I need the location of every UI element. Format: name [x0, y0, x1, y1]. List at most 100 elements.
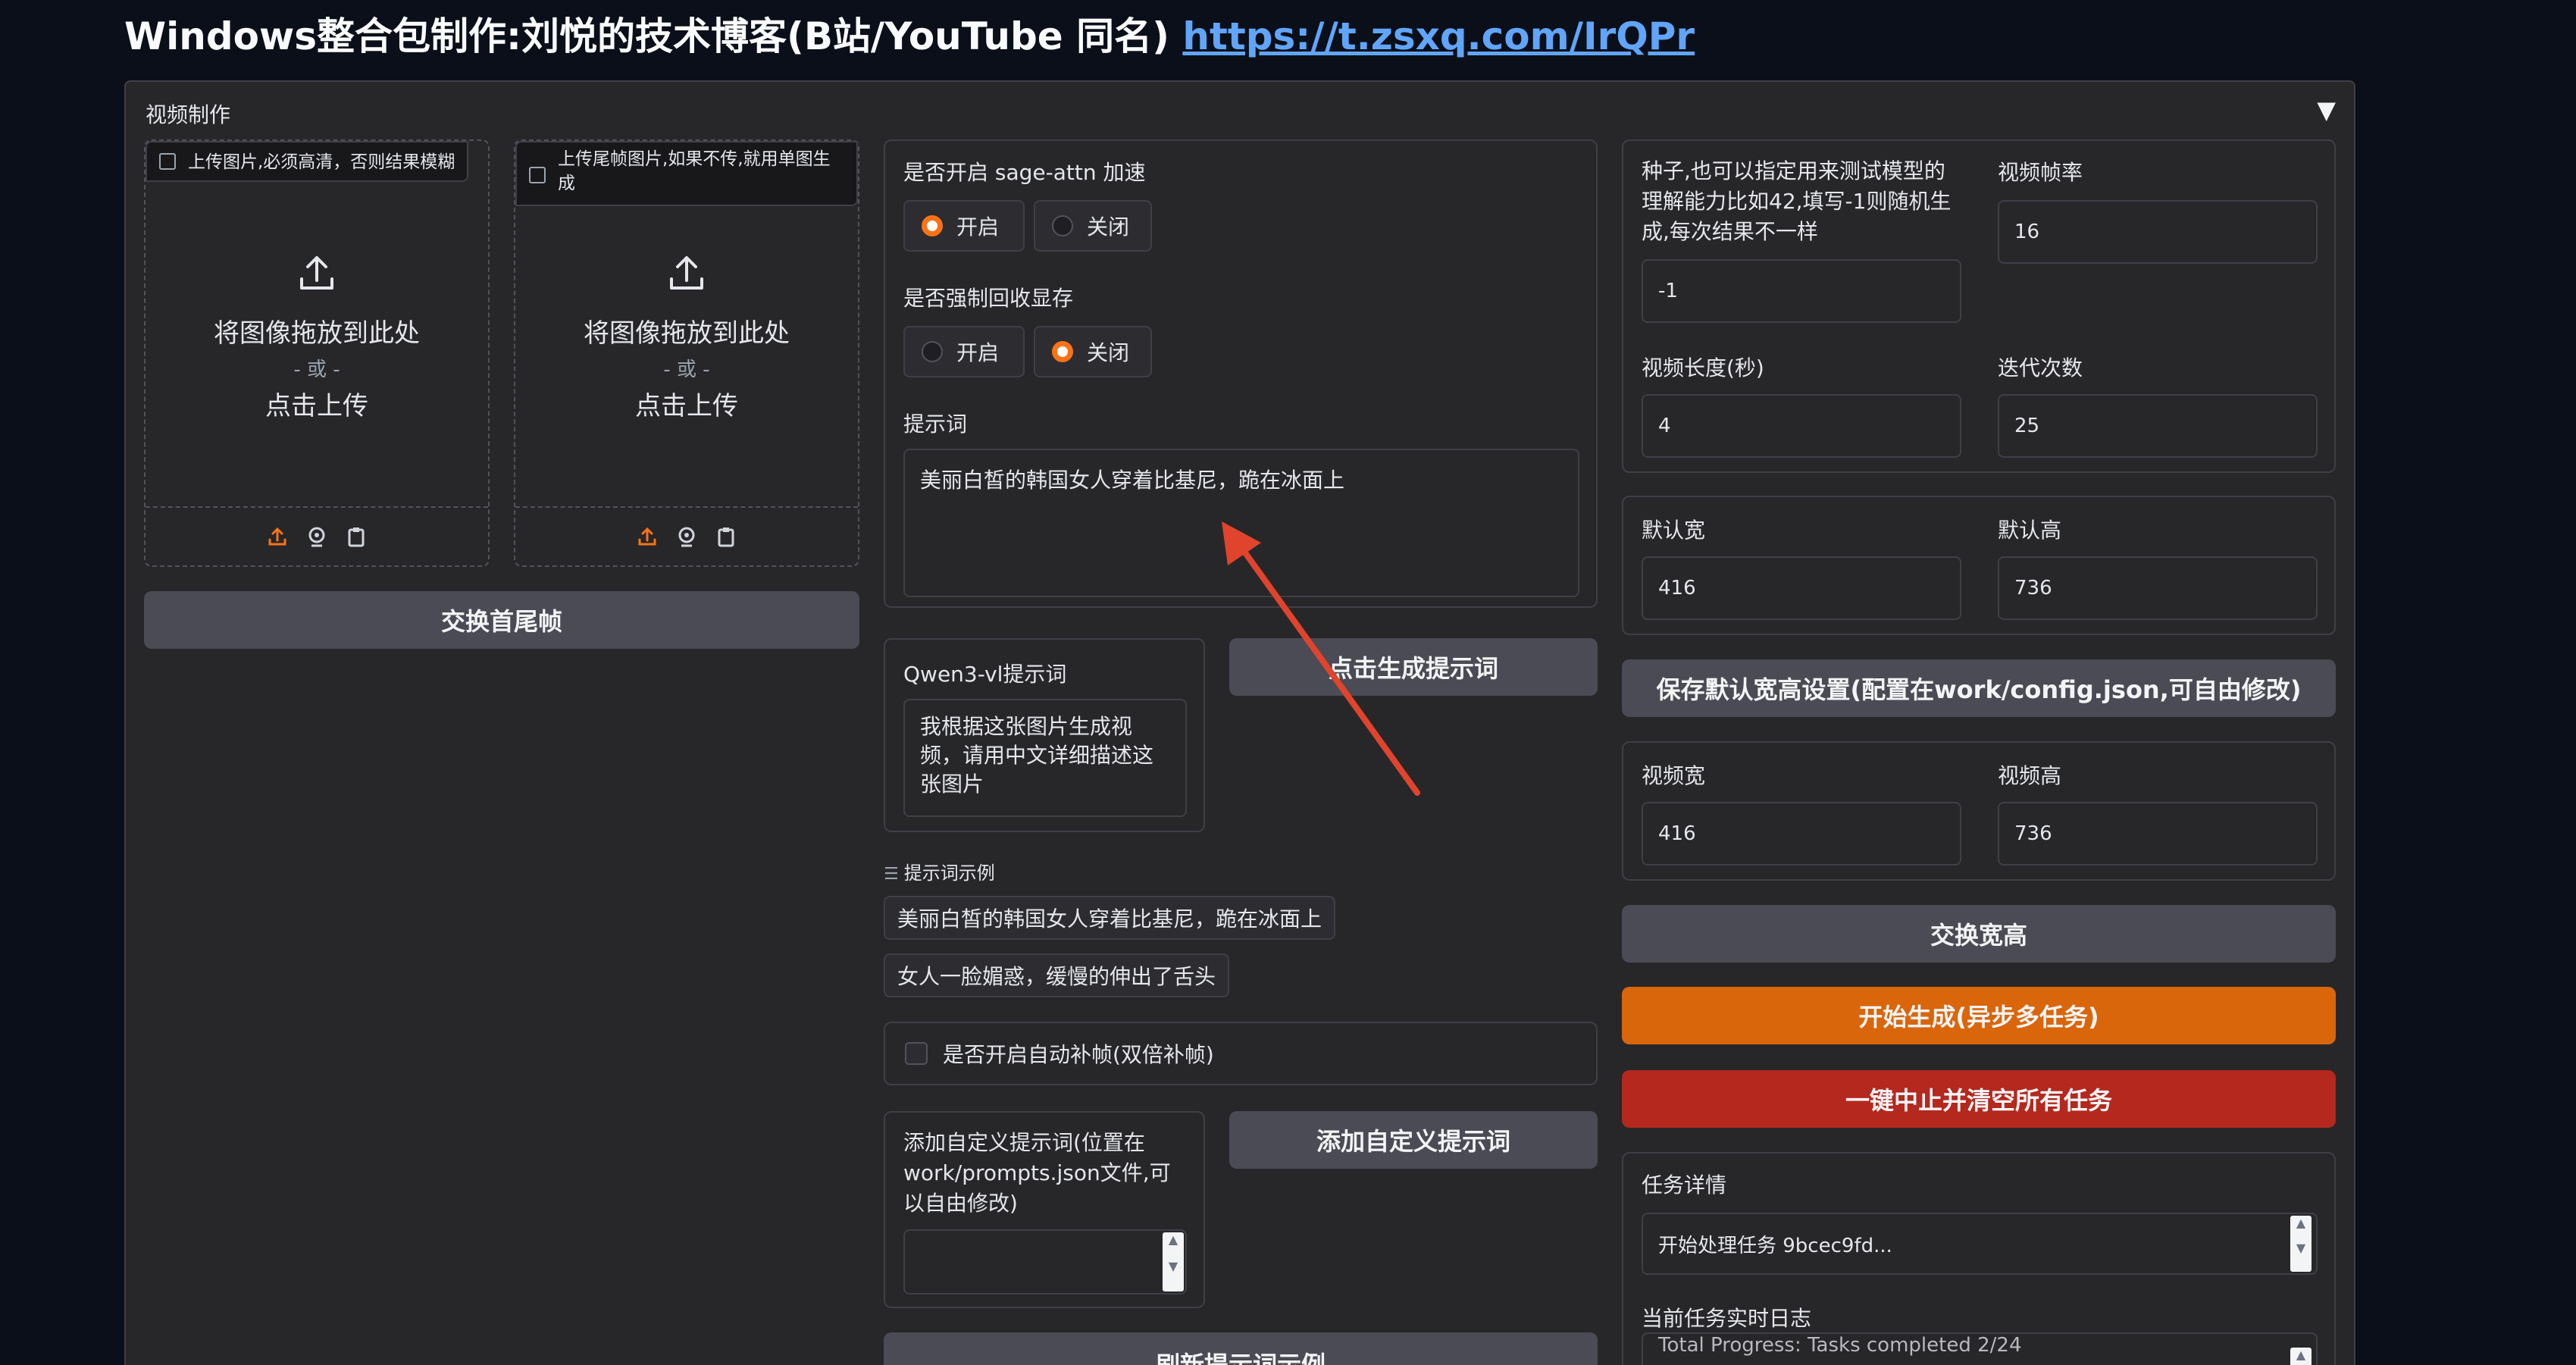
length-input[interactable]: 4 — [1642, 394, 1961, 458]
upload-last-toolbar — [515, 506, 858, 565]
radio-icon — [922, 341, 943, 362]
sage-attn-off[interactable]: 关闭 — [1034, 200, 1152, 252]
interp-label: 是否开启自动补帧(双倍补帧) — [943, 1042, 1214, 1067]
task-detail-label: 任务详情 — [1642, 1172, 1727, 1198]
log-box[interactable]: Total Progress: Tasks completed 2/24 — [1642, 1332, 2318, 1365]
force-gc-label: 是否强制回收显存 — [903, 286, 1074, 311]
image-icon — [159, 153, 176, 170]
force-gc-on[interactable]: 开启 — [903, 326, 1025, 377]
click-upload-text: 点击上传 — [635, 391, 738, 421]
stop-all-button[interactable]: 一键中止并清空所有任务 — [1622, 1070, 2336, 1128]
log-label: 当前任务实时日志 — [1642, 1306, 1812, 1331]
click-upload-text: 点击上传 — [265, 391, 368, 421]
drop-text: 将图像拖放到此处 — [584, 318, 790, 349]
scroll-up-icon[interactable]: ▲ — [2290, 1348, 2312, 1362]
interp-panel[interactable]: 是否开启自动补帧(双倍补帧) — [884, 1022, 1598, 1085]
default-h-label: 默认高 — [1998, 518, 2062, 543]
upload-last-drop[interactable]: 将图像拖放到此处 - 或 - 点击上传 — [515, 250, 858, 422]
scrollbar[interactable]: ▲ — [2290, 1348, 2312, 1365]
default-w-input[interactable]: 416 — [1642, 556, 1961, 620]
upload-last-frame[interactable]: 上传尾帧图片,如果不传,就用单图生成 将图像拖放到此处 - 或 - 点击上传 — [514, 139, 859, 567]
upload-first-tag: 上传图片,必须高清，否则结果模糊 — [146, 141, 469, 182]
checkbox[interactable] — [905, 1042, 928, 1065]
custom-prompt-label: 添加自定义提示词(位置在work/prompts.json文件,可以自由修改) — [903, 1130, 1171, 1216]
accordion-toggle-icon[interactable]: ▼ — [2317, 95, 2336, 124]
default-w-label: 默认宽 — [1642, 518, 1706, 543]
custom-prompt-input[interactable] — [903, 1229, 1187, 1295]
upload-icon — [670, 256, 703, 290]
webcam-icon[interactable] — [305, 525, 328, 548]
sage-attn-on[interactable]: 开启 — [903, 200, 1025, 252]
clipboard-icon[interactable] — [345, 525, 368, 548]
swap-wh-button[interactable]: 交换宽高 — [1622, 905, 2336, 963]
upload-last-tag: 上传尾帧图片,如果不传,就用单图生成 — [515, 141, 858, 206]
page-title-text: Windows整合包制作:刘悦的技术博客(B站/YouTube 同名) — [124, 14, 1169, 58]
radio-selected-icon — [1052, 341, 1073, 362]
video-w-input[interactable]: 416 — [1642, 802, 1961, 866]
example-chip[interactable]: 女人一脸媚惑，缓慢的伸出了舌头 — [884, 953, 1230, 997]
upload-file-icon[interactable] — [636, 525, 659, 548]
start-generate-button[interactable]: 开始生成(异步多任务) — [1622, 987, 2336, 1044]
default-h-input[interactable]: 736 — [1998, 556, 2318, 620]
video-h-input[interactable]: 736 — [1998, 802, 2318, 866]
swap-frames-button[interactable]: 交换首尾帧 — [144, 591, 859, 649]
upload-file-icon[interactable] — [266, 525, 289, 548]
scroll-up-icon[interactable]: ▲ — [2290, 1216, 2312, 1230]
upload-first-tag-text: 上传图片,必须高清，否则结果模糊 — [188, 152, 455, 172]
force-gc-off-label: 关闭 — [1087, 340, 1130, 365]
scrollbar[interactable]: ▲ ▼ — [1163, 1232, 1184, 1291]
image-icon — [529, 167, 546, 183]
force-gc-off[interactable]: 关闭 — [1034, 326, 1152, 377]
video-h-label: 视频高 — [1998, 763, 2062, 788]
gen-prompt-button[interactable]: 点击生成提示词 — [1229, 638, 1598, 696]
drop-text: 将图像拖放到此处 — [214, 318, 420, 349]
title-link[interactable]: https://t.zsxq.com/IrQPr — [1182, 14, 1695, 58]
examples-label: ☰ 提示词示例 — [884, 858, 995, 884]
or-text: - 或 - — [293, 358, 340, 381]
save-default-size-button[interactable]: 保存默认宽高设置(配置在work/config.json,可自由修改) — [1622, 659, 2336, 717]
task-detail-box[interactable]: 开始处理任务 9bcec9fd... — [1642, 1213, 2318, 1275]
fps-label: 视频帧率 — [1998, 160, 2083, 185]
sage-attn-label: 是否开启 sage-attn 加速 — [903, 160, 1146, 185]
force-gc-on-label: 开启 — [956, 340, 1000, 365]
refresh-examples-button[interactable]: 刷新提示词示例 — [884, 1332, 1598, 1365]
radio-icon — [1052, 215, 1073, 236]
webcam-icon[interactable] — [675, 525, 698, 548]
clipboard-icon[interactable] — [715, 525, 737, 548]
example-chip[interactable]: 美丽白皙的韩国女人穿着比基尼，跪在冰面上 — [884, 896, 1336, 940]
add-custom-prompt-button[interactable]: 添加自定义提示词 — [1229, 1111, 1598, 1169]
upload-first-drop[interactable]: 将图像拖放到此处 - 或 - 点击上传 — [146, 250, 488, 422]
sage-attn-off-label: 关闭 — [1087, 214, 1130, 240]
upload-last-tag-text: 上传尾帧图片,如果不传,就用单图生成 — [558, 149, 831, 193]
fps-input[interactable]: 16 — [1998, 200, 2318, 264]
upload-first-toolbar — [146, 506, 488, 565]
steps-input[interactable]: 25 — [1998, 394, 2318, 458]
video-w-label: 视频宽 — [1642, 763, 1706, 788]
steps-label: 迭代次数 — [1998, 355, 2083, 380]
task-panel: 任务详情 开始处理任务 9bcec9fd... ▲ ▼ 当前任务实时日志 Tot… — [1622, 1152, 2336, 1365]
upload-icon — [300, 256, 333, 290]
custom-prompt-panel: 添加自定义提示词(位置在work/prompts.json文件,可以自由修改) … — [884, 1111, 1205, 1308]
qwen-label: Qwen3-vl提示词 — [903, 662, 1067, 687]
video-size-panel: 视频宽 416 视频高 736 — [1622, 741, 2336, 881]
page-title: Windows整合包制作:刘悦的技术博客(B站/YouTube 同名) http… — [124, 6, 1695, 59]
sage-attn-on-label: 开启 — [956, 214, 1000, 240]
scroll-down-icon[interactable]: ▼ — [1163, 1259, 1184, 1273]
settings-panel: 是否开启 sage-attn 加速 开启 关闭 是否强制回收显存 开启 关闭 提… — [884, 139, 1598, 608]
seed-input[interactable]: -1 — [1642, 259, 1961, 323]
prompt-label: 提示词 — [903, 412, 968, 437]
accordion-label[interactable]: 视频制作 — [146, 99, 230, 129]
seed-label: 种子,也可以指定用来测试模型的理解能力比如42,填写-1则随机生成,每次结果不一… — [1642, 158, 1952, 244]
upload-first-frame[interactable]: 上传图片,必须高清，否则结果模糊 将图像拖放到此处 - 或 - 点击上传 — [144, 139, 490, 567]
prompt-textarea[interactable]: 美丽白皙的韩国女人穿着比基尼，跪在冰面上 — [903, 449, 1579, 597]
scrollbar[interactable]: ▲ ▼ — [2290, 1216, 2312, 1272]
or-text: - 或 - — [663, 358, 710, 381]
radio-selected-icon — [922, 215, 943, 236]
length-label: 视频长度(秒) — [1642, 355, 1764, 380]
scroll-up-icon[interactable]: ▲ — [1163, 1232, 1184, 1247]
qwen-textarea[interactable]: 我根据这张图片生成视频，请用中文详细描述这张图片 — [903, 699, 1187, 817]
qwen-panel: Qwen3-vl提示词 我根据这张图片生成视频，请用中文详细描述这张图片 — [884, 638, 1205, 832]
examples-label-text: 提示词示例 — [903, 863, 995, 884]
list-icon: ☰ — [884, 865, 904, 884]
scroll-down-icon[interactable]: ▼ — [2290, 1241, 2312, 1255]
